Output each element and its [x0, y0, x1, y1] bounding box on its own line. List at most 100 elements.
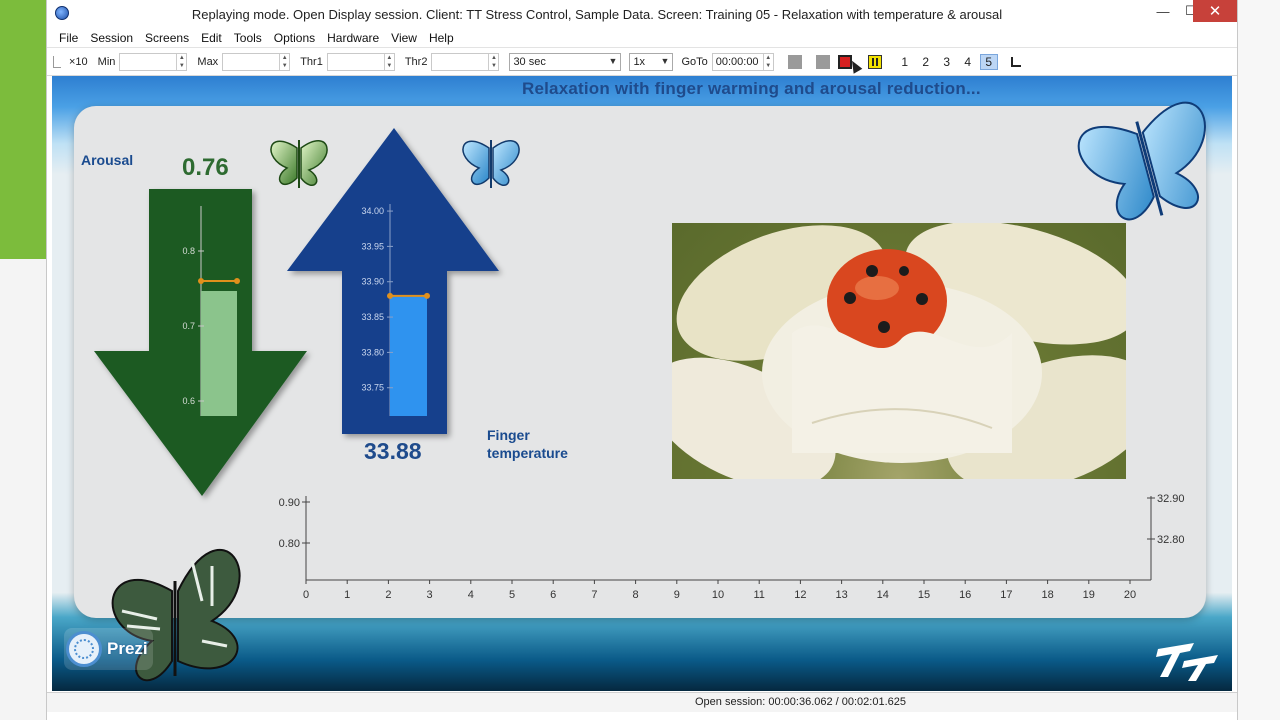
desktop-background-left [0, 0, 46, 720]
stepper-arrows-icon[interactable]: ▲ ▼ [383, 53, 394, 70]
menu-view[interactable]: View [385, 31, 423, 45]
menu-screens[interactable]: Screens [139, 31, 195, 45]
prezi-label: Prezi [107, 639, 148, 658]
menu-file[interactable]: File [53, 31, 84, 45]
screen-tab-2[interactable]: 2 [917, 55, 935, 69]
max-label: Max [197, 55, 219, 68]
trend-graph: 0 1 2 3 4 5 6 7 8 9 10 11 12 13 14 15 16 17 18 19 200.900.80… [279, 493, 1185, 601]
step-button[interactable] [815, 54, 830, 69]
screen-tab-1[interactable]: 1 [896, 55, 914, 69]
max-stepper[interactable]: ▲ ▼ [222, 52, 291, 71]
graph-x-tick-label: 11 [753, 589, 764, 601]
graph-x-tick-label: 12 [794, 589, 806, 601]
graph-right-tick-label: 32.90 [1157, 493, 1185, 505]
goto-value: 00:00:00 [715, 55, 759, 68]
graph-x-tick-label: 4 [468, 589, 474, 601]
prezi-logo-icon [66, 631, 102, 667]
arousal-marker-dot [198, 278, 204, 284]
stepper-arrows-icon[interactable]: ▲ ▼ [279, 53, 289, 70]
session-status: Open session: 00:00:36.062 / 00:02:01.62… [695, 696, 906, 708]
arousal-value: 0.76 [182, 154, 229, 181]
graph-x-tick-label: 6 [550, 589, 556, 601]
graph-left-tick-label: 0.90 [279, 497, 300, 509]
graph-x-tick-label: 14 [877, 589, 889, 601]
app-window: Replaying mode. Open Display session. Cl… [46, 0, 1238, 720]
arousal-tick-label: 0.7 [182, 321, 195, 331]
graph-x-tick-label: 8 [633, 589, 639, 601]
pause-icon [871, 57, 874, 66]
temperature-label-line-2: temperature [487, 445, 568, 461]
graph-x-tick-label: 3 [427, 589, 433, 601]
graph-x-tick-label: 9 [674, 589, 680, 601]
graph-x-tick-label: 1 [344, 589, 350, 601]
stepper-arrows-icon[interactable]: ▲ ▼ [176, 53, 186, 70]
graph-right-tick-label: 32.80 [1157, 534, 1185, 546]
prezi-badge[interactable]: Prezi [64, 628, 153, 670]
arousal-level-bar [201, 291, 237, 416]
arousal-tick-label: 0.8 [182, 246, 195, 256]
temperature-value: 33.88 [364, 438, 422, 464]
screen-title: Relaxation with finger warming and arous… [522, 79, 981, 98]
temperature-tick-label: 33.90 [361, 277, 384, 287]
minimize-button[interactable]: — [1149, 0, 1177, 22]
ladybug-flower-image [672, 223, 1126, 479]
status-bar: Open session: 00:00:36.062 / 00:02:01.62… [47, 692, 1237, 712]
green-butterfly-icon [270, 140, 328, 188]
training-screen: 0.8 0.7 0.6 34.00 33.95 33.90 33.85 33.80 33.75… [52, 76, 1232, 691]
min-stepper[interactable]: ▲ ▼ [119, 52, 188, 71]
graph-x-tick-label: 15 [918, 589, 930, 601]
period-value: 30 sec [513, 55, 546, 68]
graph-x-tick-label: 2 [385, 589, 391, 601]
x10-toggle[interactable]: ×10 [69, 56, 88, 68]
temperature-tick-label: 34.00 [361, 206, 384, 216]
menu-help[interactable]: Help [423, 31, 460, 45]
graph-x-tick-label: 10 [712, 589, 724, 601]
graph-x-tick-label: 20 [1124, 589, 1136, 601]
arousal-label: Arousal [81, 152, 134, 168]
chevron-down-icon: ▼ [660, 55, 670, 66]
window-title: Replaying mode. Open Display session. Cl… [191, 7, 1003, 22]
play-button[interactable] [787, 54, 802, 69]
temperature-marker-dot [424, 292, 430, 299]
thr2-label: Thr2 [404, 55, 428, 68]
graph-x-tick-label: 19 [1083, 589, 1095, 601]
graph-x-tick-label: 7 [591, 589, 597, 601]
toolbar-separator-icon [53, 55, 61, 68]
pause-button[interactable] [867, 54, 882, 69]
menu-session[interactable]: Session [84, 31, 139, 45]
period-select[interactable]: 30 sec ▼ [509, 52, 622, 71]
screen-tab-4[interactable]: 4 [959, 55, 977, 69]
stepper-arrows-icon[interactable]: ▲ ▼ [488, 53, 498, 70]
menu-bar: File Session Screens Edit Tools Options … [47, 28, 1237, 48]
graph-x-tick-label: 17 [1000, 589, 1012, 601]
thr2-stepper[interactable]: ▲ ▼ [431, 52, 500, 71]
screen-tab-3[interactable]: 3 [938, 55, 956, 69]
axis-toggle-icon[interactable] [1010, 56, 1021, 67]
menu-hardware[interactable]: Hardware [321, 31, 385, 45]
goto-stepper[interactable]: 00:00:00 ▲ ▼ [711, 52, 774, 71]
graph-x-tick-label: 5 [509, 589, 515, 601]
temperature-level-bar [390, 295, 427, 416]
title-bar: Replaying mode. Open Display session. Cl… [47, 0, 1237, 28]
menu-tools[interactable]: Tools [228, 31, 268, 45]
graph-x-tick-label: 13 [835, 589, 847, 601]
blue-butterfly-small-icon [462, 140, 520, 188]
close-button[interactable]: ✕ [1193, 0, 1237, 22]
toolbar: ×10 Min ▲ ▼ Max ▲ ▼ Thr1 ▲ ▼ Thr2 ▲ ▼ 30 sec… [47, 48, 1237, 76]
desktop-background-right [1234, 0, 1280, 720]
tt-logo-icon [1156, 643, 1218, 681]
blue-butterfly-large-icon [1077, 101, 1206, 221]
thr1-label: Thr1 [300, 55, 323, 68]
graph-x-tick-label: 0 [303, 589, 309, 601]
stepper-arrows-icon[interactable]: ▲ ▼ [762, 53, 773, 70]
menu-options[interactable]: Options [268, 31, 321, 45]
speed-value: 1x [633, 55, 646, 68]
ladybug-flower-picture [672, 223, 1126, 479]
graph-x-tick-label: 18 [1041, 589, 1053, 601]
screen-tab-5[interactable]: 5 [979, 53, 998, 70]
arousal-marker-dot [234, 278, 240, 284]
menu-edit[interactable]: Edit [195, 31, 228, 45]
thr1-stepper[interactable]: ▲ ▼ [326, 52, 395, 71]
temperature-marker-dot [387, 292, 393, 299]
speed-select[interactable]: 1x ▼ [629, 52, 674, 71]
